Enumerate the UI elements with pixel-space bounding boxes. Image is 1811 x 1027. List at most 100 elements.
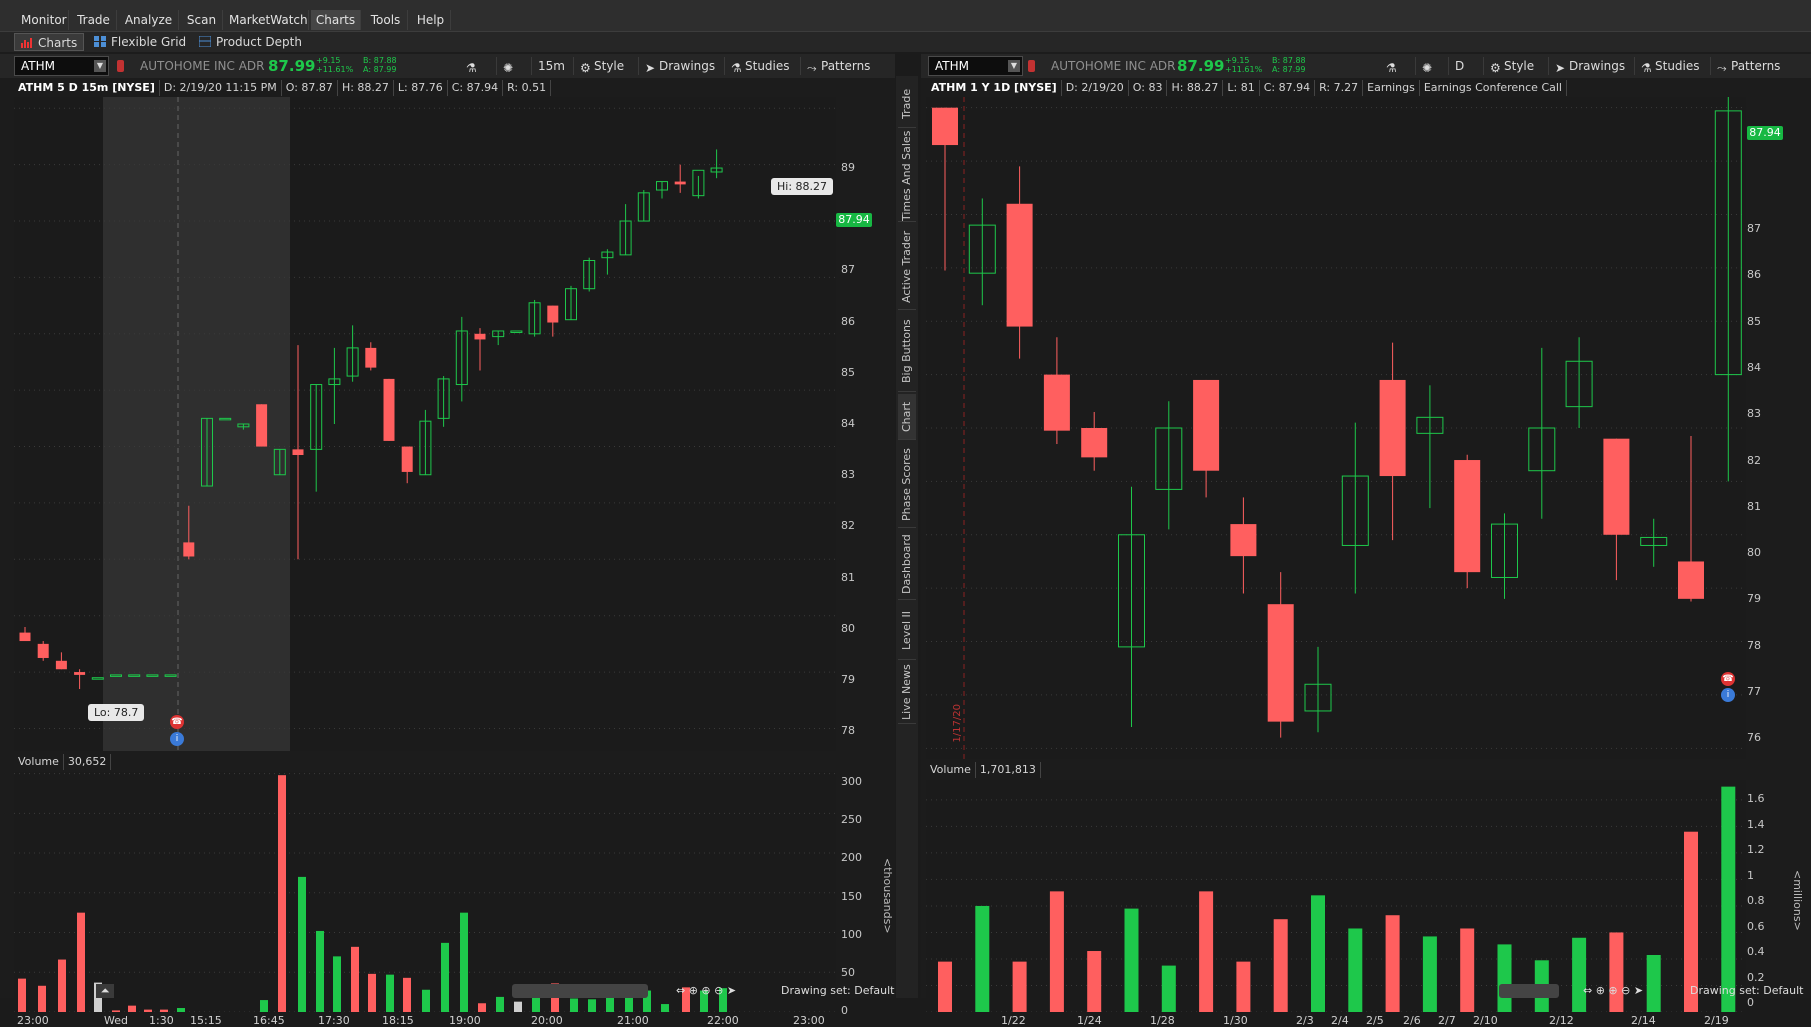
volume-bar [1422,936,1437,1012]
menu-charts[interactable]: Charts [311,10,361,30]
left-net-change: +9.15 [316,56,341,65]
left-timeframe-button[interactable]: 15m [531,57,565,75]
side-tab-live-news[interactable]: Live News [898,662,916,724]
info-icon[interactable]: i [170,732,184,746]
left-symbol-selector[interactable]: ATHM ▼ [14,56,109,76]
right-timeframe-label: D [1455,59,1465,73]
right-drawing-set[interactable]: Drawing set: Default [1690,984,1803,998]
grid-icon [94,34,106,47]
lock-icon[interactable] [1028,60,1035,72]
volume-bar [1311,895,1325,1012]
candle-body [183,542,195,557]
volume-bar [1012,961,1027,1012]
left-settings-button[interactable]: ✺ [496,57,517,75]
right-date-tick: 2/14 [1631,1014,1656,1027]
menu-analyze[interactable]: Analyze [119,10,179,30]
right-horizontal-scrollbar[interactable] [1499,984,1559,998]
left-info-close: C: 87.94 [448,80,504,96]
volume-bar [478,1003,486,1012]
right-info-close: C: 87.94 [1260,80,1316,96]
side-tab-active-trader[interactable]: Active Trader [898,224,916,310]
left-pan-zoom-tools[interactable]: ⇔ ⊕ ⊕ ⊖ ➤ [676,984,736,998]
earnings-icon[interactable]: ☎ [170,715,184,729]
left-time-tick: 17:30 [318,1014,350,1027]
chevron-down-icon[interactable]: ▼ [94,60,106,72]
left-price-chart[interactable] [14,97,836,751]
tab-flexible-grid[interactable]: Flexible Grid [94,33,186,51]
volume-bar [1087,951,1102,1012]
right-volume-value: 1,701,813 [976,762,1041,778]
right-settings-button[interactable]: ✺ [1415,57,1436,75]
right-timeframe-button[interactable]: D [1448,57,1464,75]
right-price-chart[interactable] [926,97,1746,759]
info-icon[interactable]: i [1721,688,1735,702]
volume-bar [298,876,306,1012]
volume-bar [1646,954,1661,1012]
right-pan-zoom-tools[interactable]: ⇔ ⊕ ⊕ ⊖ ➤ [1583,984,1643,998]
menu-trade[interactable]: Trade [71,10,117,30]
lock-icon[interactable] [117,60,124,72]
menu-marketwatch[interactable]: MarketWatch [225,10,309,30]
right-volume-tick: 0.6 [1747,919,1765,933]
left-patterns-button[interactable]: ⤳ Patterns [800,57,870,75]
candle-body [1603,438,1630,535]
menu-help[interactable]: Help [411,10,451,30]
right-style-button[interactable]: ⚙ Style [1483,57,1534,75]
side-tab-times-and-sales[interactable]: Times And Sales [898,130,916,222]
cursor-icon: ➤ [645,61,656,75]
left-time-tick: 18:15 [382,1014,414,1027]
right-info-earnings-call[interactable]: Earnings Conference Call [1420,80,1567,96]
candle-body [474,333,486,340]
side-tab-big-buttons[interactable]: Big Buttons [898,312,916,392]
left-price-tick: 80 [841,621,855,635]
right-patterns-label: Patterns [1731,59,1781,73]
right-price-tick: 77 [1747,685,1761,698]
right-date-tick: 2/10 [1473,1014,1498,1027]
left-volume-chart[interactable] [14,772,836,1012]
menu-scan[interactable]: Scan [181,10,223,30]
candle-body [292,449,304,456]
right-studies-button[interactable]: ⚗ Studies [1634,57,1700,75]
chevron-down-icon[interactable]: ▼ [1008,60,1020,72]
side-tab-dashboard[interactable]: Dashboard [898,530,916,600]
right-studies-label: Studies [1655,59,1700,73]
left-menu-icon[interactable] [892,57,898,75]
right-info-earnings[interactable]: Earnings [1363,80,1420,96]
candle-body [547,305,559,323]
left-chart-toolbar: ATHM ▼ AUTOHOME INC ADR 87.99 +9.15 +11.61… [0,54,895,78]
collapse-arrow-icon[interactable]: ⏶ [96,984,114,998]
right-net-change: +9.15 [1225,56,1250,65]
menu-monitor[interactable]: Monitor [17,10,69,30]
tab-charts-label: Charts [38,36,78,50]
right-date-tick: 2/12 [1549,1014,1574,1027]
right-beaker-button[interactable]: ⚗ [1380,57,1400,75]
side-tab-trade[interactable]: Trade [898,80,916,128]
side-tab-chart[interactable]: Chart [898,394,916,440]
side-tab-phase-scores[interactable]: Phase Scores [898,442,916,528]
left-beaker-button[interactable]: ⚗ [460,57,480,75]
tab-charts[interactable]: Charts [14,33,85,51]
left-price-tick: 82 [841,519,855,533]
volume-bar [333,956,341,1012]
volume-bar [441,942,449,1012]
tab-product-depth[interactable]: Product Depth [198,33,302,51]
volume-bar [144,1009,152,1012]
menu-tools[interactable]: Tools [364,10,408,30]
right-patterns-button[interactable]: ⤳ Patterns [1710,57,1780,75]
left-horizontal-scrollbar[interactable] [512,984,648,998]
bar-chart-icon [21,35,33,48]
right-symbol-selector[interactable]: ATHM ▼ [928,56,1023,76]
left-drawings-button[interactable]: ➤ Drawings [638,57,715,75]
right-drawings-button[interactable]: ➤ Drawings [1548,57,1625,75]
volume-bar [1124,908,1139,1012]
right-volume-chart[interactable] [926,780,1746,1012]
left-drawing-set[interactable]: Drawing set: Default [781,984,894,998]
left-studies-button[interactable]: ⚗ Studies [724,57,790,75]
side-tab-level-ii[interactable]: Level II [898,602,916,660]
right-price-tick: 79 [1747,592,1761,606]
candle-body [1454,460,1481,573]
right-info-date: D: 2/19/20 [1062,80,1129,96]
left-info-date: D: 2/19/20 11:15 PM [160,80,282,96]
left-style-button[interactable]: ⚙ Style [573,57,624,75]
earnings-icon[interactable]: ☎ [1721,672,1735,686]
